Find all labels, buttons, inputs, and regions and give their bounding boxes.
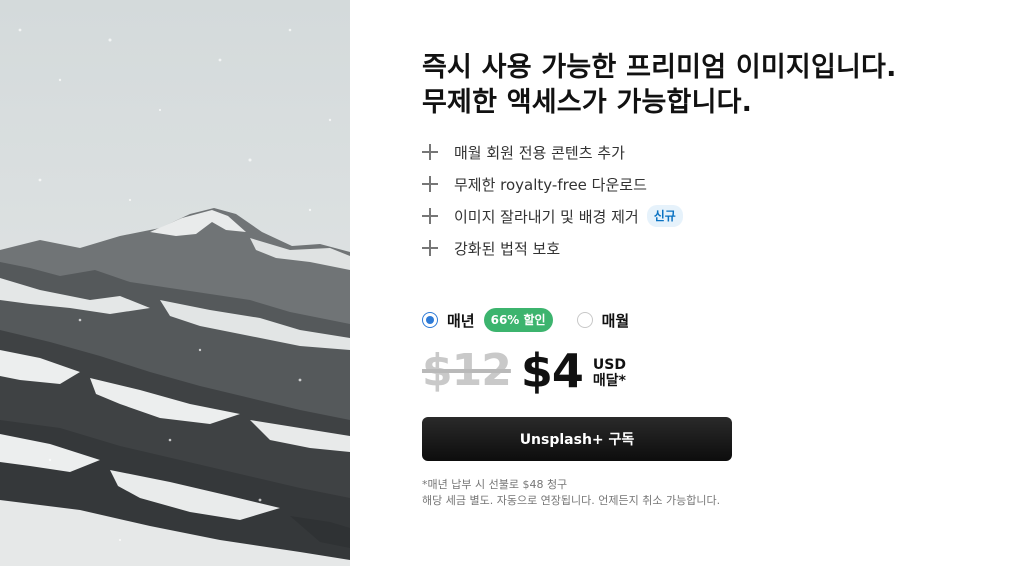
currency-label: USD <box>592 357 626 373</box>
feature-label: 매월 회원 전용 콘텐츠 추가 <box>454 143 625 162</box>
pricing-panel: 즉시 사용 가능한 프리미엄 이미지입니다. 무제한 액세스가 가능합니다. 매… <box>422 50 982 264</box>
plan-monthly[interactable]: 매월 <box>576 310 630 331</box>
plus-icon <box>422 240 438 256</box>
fineprint-line-2: 해당 세금 별도. 자동으로 연장됩니다. 언제든지 취소 가능합니다. <box>422 494 721 507</box>
billing-fineprint: *매년 납부 시 선불로 $48 청구 해당 세금 별도. 자동으로 연장됩니다… <box>422 477 720 509</box>
headline: 즉시 사용 가능한 프리미엄 이미지입니다. 무제한 액세스가 가능합니다. <box>422 50 982 120</box>
discount-badge: 66% 할인 <box>483 308 553 332</box>
plan-monthly-label: 매월 <box>601 311 630 330</box>
period-label: 매달* <box>592 373 626 389</box>
billing-plan-selector: 매년 66% 할인 매월 <box>422 308 629 332</box>
feature-item: 이미지 잘라내기 및 배경 제거 신규 <box>422 200 982 232</box>
discounted-price: $4 <box>520 344 584 398</box>
hero-image <box>0 0 350 566</box>
subscribe-button[interactable]: Unsplash+ 구독 <box>422 417 732 461</box>
price-unit: USD 매달* <box>593 353 626 389</box>
feature-item: 매월 회원 전용 콘텐츠 추가 <box>422 136 982 168</box>
plus-icon <box>422 176 438 192</box>
feature-label: 강화된 법적 보호 <box>454 239 561 258</box>
headline-line-2: 무제한 액세스가 가능합니다. <box>422 87 753 118</box>
headline-line-1: 즉시 사용 가능한 프리미엄 이미지입니다. <box>422 52 897 83</box>
plan-yearly[interactable]: 매년 66% 할인 <box>422 308 553 332</box>
plus-icon <box>422 144 438 160</box>
price-display: $12 $4 USD 매달* <box>422 344 626 398</box>
new-badge: 신규 <box>646 205 683 227</box>
feature-item: 무제한 royalty-free 다운로드 <box>422 168 982 200</box>
fineprint-line-1: *매년 납부 시 선불로 $48 청구 <box>422 478 568 491</box>
radio-monthly[interactable] <box>576 312 593 328</box>
snowy-mountain-photo <box>0 0 350 566</box>
feature-item: 강화된 법적 보호 <box>422 232 982 264</box>
plan-yearly-label: 매년 <box>447 311 475 330</box>
original-price: $12 <box>422 345 512 396</box>
plus-icon <box>422 208 438 224</box>
feature-label: 이미지 잘라내기 및 배경 제거 <box>454 207 639 226</box>
radio-yearly[interactable] <box>422 312 438 328</box>
feature-label: 무제한 royalty-free 다운로드 <box>454 175 647 194</box>
feature-list: 매월 회원 전용 콘텐츠 추가 무제한 royalty-free 다운로드 이미… <box>422 136 982 264</box>
